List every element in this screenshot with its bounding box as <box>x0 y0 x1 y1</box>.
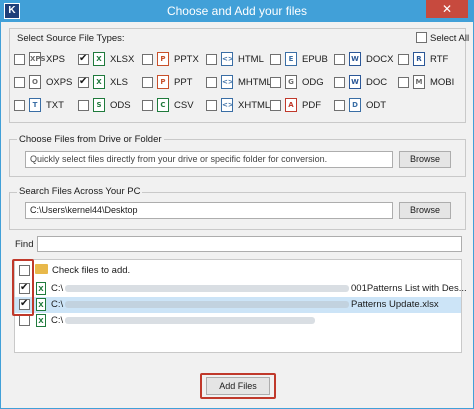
file-list-header-label: Check files to add. <box>52 265 131 276</box>
rtf-file-icon: R <box>413 52 425 66</box>
file-type-checkbox-pdf[interactable] <box>270 100 281 111</box>
xhtml-file-icon: <> <box>221 98 234 112</box>
file-type-checkbox-xlsx[interactable] <box>78 53 89 65</box>
search-group-label: Search Files Across Your PC <box>17 186 143 197</box>
file-type-label-mhtml: MHTML <box>238 77 272 88</box>
search-browse-button[interactable]: Browse <box>399 202 451 219</box>
file-type-checkbox-doc[interactable] <box>334 77 345 88</box>
file-type-label-xps: XPS <box>46 54 66 65</box>
search-path-field[interactable]: C:\Users\kernel44\Desktop <box>25 202 393 219</box>
file-list: Check files to add. X C:\ 001Patterns List… <box>14 259 467 353</box>
file-type-checkbox-ppt[interactable] <box>142 77 153 88</box>
txt-file-icon: T <box>29 98 41 112</box>
excel-file-icon: X <box>36 298 46 311</box>
drive-browse-button[interactable]: Browse <box>399 151 451 168</box>
blurred-path <box>65 317 315 324</box>
file-type-label-txt: TXT <box>46 100 64 111</box>
xls-file-icon: X <box>93 75 105 89</box>
file-type-label-pdf: PDF <box>302 100 321 111</box>
file-row[interactable]: X C:\ <box>15 313 461 329</box>
xlsx-file-icon: X <box>93 52 105 66</box>
html-file-icon: <> <box>221 52 234 66</box>
file-type-label-pptx: PPTX <box>174 54 199 65</box>
file-row-checkbox[interactable] <box>19 315 30 326</box>
file-type-checkbox-odg[interactable] <box>270 77 281 88</box>
file-type-label-csv: CSV <box>174 100 194 111</box>
file-type-checkbox-ods[interactable] <box>78 100 89 111</box>
file-type-checkbox-txt[interactable] <box>14 100 25 111</box>
file-type-label-docx: DOCX <box>366 54 394 65</box>
file-name: 001Patterns List with Des... <box>351 283 467 294</box>
drive-group-label: Choose Files from Drive or Folder <box>17 134 164 145</box>
file-type-label-oxps: OXPS <box>46 77 73 88</box>
odt-file-icon: D <box>349 98 361 112</box>
file-name: Patterns Update.xlsx <box>351 299 439 310</box>
file-type-label-epub: EPUB <box>302 54 328 65</box>
ppt-file-icon: P <box>157 75 169 89</box>
add-files-highlight <box>200 373 276 399</box>
excel-file-icon: X <box>36 314 46 327</box>
file-path-prefix: C:\ <box>51 299 64 310</box>
window-title: Choose and Add your files <box>166 4 308 18</box>
file-type-label-ods: ODS <box>110 100 131 111</box>
file-type-checkbox-odt[interactable] <box>334 100 345 111</box>
file-path-prefix: C:\ <box>51 315 64 326</box>
file-type-checkbox-pptx[interactable] <box>142 54 153 65</box>
select-all-label: Select All <box>430 33 470 44</box>
file-type-label-odt: ODT <box>366 100 387 111</box>
file-type-label-xlsx: XLSX <box>110 54 135 65</box>
file-type-checkbox-mobi[interactable] <box>398 77 409 88</box>
file-type-label-doc: DOC <box>366 77 388 88</box>
dialog-body: Select Source File Types: Select All XPS… <box>0 22 474 409</box>
pdf-file-icon: A <box>285 98 297 112</box>
file-type-checkbox-xhtml[interactable] <box>206 100 217 111</box>
file-type-checkbox-mhtml[interactable] <box>206 77 217 88</box>
file-row[interactable]: X C:\ Patterns Update.xlsx <box>15 297 461 313</box>
oxps-file-icon: O <box>29 75 41 89</box>
checkbox-highlight <box>12 259 34 316</box>
select-all-checkbox[interactable] <box>416 32 427 43</box>
file-type-label-xhtml: XHTML <box>238 100 271 111</box>
file-type-checkbox-rtf[interactable] <box>398 54 409 65</box>
epub-file-icon: E <box>285 52 297 66</box>
pptx-file-icon: P <box>157 52 169 66</box>
title-bar: K Choose and Add your files ✕ <box>0 0 474 22</box>
folder-icon <box>35 264 48 274</box>
drive-path-field[interactable]: Quickly select files directly from your … <box>25 151 393 168</box>
find-input[interactable] <box>37 236 462 252</box>
file-type-label-rtf: RTF <box>430 54 449 65</box>
file-type-checkbox-docx[interactable] <box>334 54 345 65</box>
file-row[interactable]: X C:\ 001Patterns List with Des... <box>15 281 467 297</box>
docx-file-icon: W <box>349 52 361 66</box>
file-type-label-ppt: PPT <box>174 77 193 88</box>
mobi-file-icon: M <box>413 75 425 89</box>
xps-file-icon: XPS <box>29 52 46 66</box>
file-list-header: Check files to add. <box>15 263 461 279</box>
file-type-label-mobi: MOBI <box>430 77 455 88</box>
file-type-checkbox-csv[interactable] <box>142 100 153 111</box>
blurred-path <box>65 301 349 308</box>
file-types-label: Select Source File Types: <box>17 33 125 44</box>
ods-file-icon: S <box>93 98 105 112</box>
file-type-checkbox-xls[interactable] <box>78 76 89 88</box>
file-type-checkbox-xps[interactable] <box>14 54 25 65</box>
mhtml-file-icon: <> <box>221 75 234 89</box>
find-label: Find : <box>15 239 39 250</box>
csv-file-icon: C <box>157 98 169 112</box>
odg-file-icon: G <box>285 75 297 89</box>
file-type-label-odg: ODG <box>302 77 324 88</box>
file-type-label-html: HTML <box>238 54 264 65</box>
file-type-checkbox-epub[interactable] <box>270 54 281 65</box>
file-type-checkbox-oxps[interactable] <box>14 77 25 88</box>
file-type-checkbox-html[interactable] <box>206 54 217 65</box>
blurred-path <box>65 285 349 292</box>
file-path-prefix: C:\ <box>51 283 64 294</box>
excel-file-icon: X <box>36 282 46 295</box>
close-button[interactable]: ✕ <box>426 0 468 18</box>
doc-file-icon: W <box>349 75 361 89</box>
file-type-label-xls: XLS <box>110 77 128 88</box>
